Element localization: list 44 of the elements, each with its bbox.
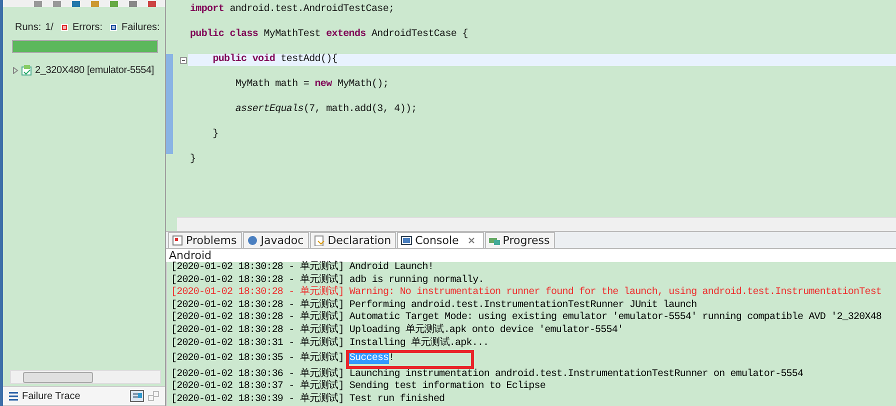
console-line: [2020-01-02 18:30:28 - 单元测试] Automatic Target Mode: using existing emulator 'emulator-5554' running compatible AVD '2_320X48 (171, 312, 882, 324)
console-line: [2020-01-02 18:30:28 - 单元测试] Uploading 单元测试.apk onto device 'emulator-5554' (171, 324, 624, 336)
tree-item[interactable]: 2_320X480 [emulator-5554] (35, 64, 154, 76)
panel-title: Failure Trace (22, 390, 80, 402)
counter-value: 1/ (45, 22, 54, 32)
console-line: [2020-01-02 18:30:28 - 单元测试] Android Launch! (171, 262, 434, 274)
scrollbar[interactable] (10, 370, 161, 384)
test-suite-icon (21, 64, 33, 76)
console-line: [2020-01-02 18:30:36 - 单元测试] Launching instrumentation android.test.InstrumentationTestRunner on emulator-5554 (171, 368, 804, 380)
console-line: [2020-01-02 18:30:28 - 单元测试] adb is running normally. (171, 274, 484, 286)
tab[interactable]: Declaration (310, 232, 396, 248)
console-line: [2020-01-02 18:30:28 - 单元测试] Performing android.test.InstrumentationTestRunner JUnit launch (171, 300, 697, 311)
counter-label: Runs: (15, 22, 42, 32)
tab[interactable]: Console (397, 232, 484, 248)
declaration-icon (314, 235, 325, 246)
console-line: [2020-01-02 18:30:28 - 单元测试] Warning: No instrumentation runner found for the launch, using android.test.InstrumentationTest (171, 287, 882, 298)
console-line: [2020-01-02 18:30:31 - 单元测试] Installing 单元测试.apk... (171, 338, 489, 350)
counter-label: Errors: (72, 22, 102, 32)
tab[interactable]: Javadoc (242, 232, 309, 248)
scrollbar[interactable] (177, 217, 896, 231)
code-line: MyMath math = new MyMath(); (234, 79, 390, 91)
tab[interactable]: Problems (168, 232, 242, 248)
console-title: Android (166, 249, 896, 262)
console-line: [2020-01-02 18:30:35 - 单元测试] Success! (171, 353, 394, 366)
collapse-icon[interactable] (180, 56, 186, 64)
info-icon (246, 235, 258, 246)
problems-icon (172, 235, 183, 246)
filter-icon (148, 391, 159, 401)
list-icon (9, 391, 18, 401)
code-line: } (212, 129, 220, 141)
counter-label: Failures: (121, 22, 160, 32)
failure-icon (110, 24, 118, 30)
tab[interactable]: Progress (484, 232, 555, 248)
console-line: [2020-01-02 18:30:37 - 单元测试] Sending test information to Eclipse (171, 381, 546, 392)
console-icon (401, 235, 412, 246)
error-icon (61, 24, 68, 30)
code-line: assertEquals(7, math.add(3, 4)); (234, 104, 418, 116)
compare-icon (130, 390, 144, 402)
progress-icon (488, 235, 500, 246)
console-line: [2020-01-02 18:30:39 - 单元测试] Test run finished (171, 394, 445, 406)
close-icon[interactable] (468, 237, 475, 244)
code-line: public class MyMathTest extends AndroidTestCase { (189, 29, 469, 41)
code-line: } (189, 154, 197, 166)
code-line: import android.test.AndroidTestCase; (189, 4, 396, 16)
